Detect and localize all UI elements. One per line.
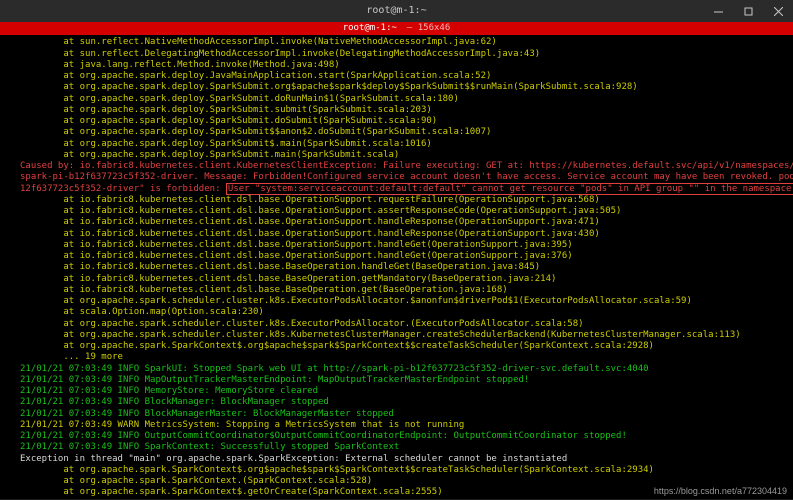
log-line: at io.fabric8.kubernetes.client.dsl.base…	[20, 217, 785, 228]
log-line: Caused by: io.fabric8.kubernetes.client.…	[20, 161, 785, 172]
log-line: at java.lang.reflect.Method.invoke(Metho…	[20, 60, 785, 71]
log-line: at io.fabric8.kubernetes.client.dsl.base…	[20, 195, 785, 206]
log-line: at io.fabric8.kubernetes.client.dsl.base…	[20, 240, 785, 251]
log-line: at org.apache.spark.deploy.SparkSubmit.d…	[20, 116, 785, 127]
log-line: 21/01/21 07:03:49 INFO MapOutputTrackerM…	[20, 375, 785, 386]
window-titlebar: root@m-1:~	[0, 0, 793, 22]
minimize-button[interactable]	[703, 0, 733, 22]
log-line: 21/01/21 07:03:49 INFO BlockManager: Blo…	[20, 397, 785, 408]
log-line: 21/01/21 07:03:49 INFO SparkContext: Suc…	[20, 442, 785, 453]
watermark-url: https://blog.csdn.net/a772304419	[654, 486, 787, 497]
log-line: 21/01/21 07:03:49 WARN MetricsSystem: St…	[20, 420, 785, 431]
minimize-icon	[714, 7, 723, 16]
maximize-button[interactable]	[733, 0, 763, 22]
log-line: ... 19 more	[20, 352, 785, 363]
log-line: at io.fabric8.kubernetes.client.dsl.base…	[20, 206, 785, 217]
log-line: 21/01/21 07:03:49 INFO BlockManagerMaste…	[20, 409, 785, 420]
window-title: root@m-1:~	[366, 5, 426, 18]
log-line: at org.apache.spark.SparkContext$.org$ap…	[20, 465, 785, 476]
log-line: at org.apache.spark.deploy.SparkSubmit.s…	[20, 105, 785, 116]
log-line: at io.fabric8.kubernetes.client.dsl.base…	[20, 274, 785, 285]
terminal-output[interactable]: at sun.reflect.NativeMethodAccessorImpl.…	[0, 35, 793, 499]
log-line: at io.fabric8.kubernetes.client.dsl.base…	[20, 251, 785, 262]
log-line: at org.apache.spark.scheduler.cluster.k8…	[20, 319, 785, 330]
log-line: at org.apache.spark.SparkContext$.org$ap…	[20, 341, 785, 352]
log-line: 21/01/21 07:03:49 INFO MemoryStore: Memo…	[20, 386, 785, 397]
log-line: 12f637723c5f352-driver" is forbidden: Us…	[20, 184, 785, 195]
close-button[interactable]	[763, 0, 793, 22]
window-controls	[703, 0, 793, 22]
log-line: at org.apache.spark.deploy.SparkSubmit$.…	[20, 139, 785, 150]
log-line: at org.apache.spark.deploy.SparkSubmit.d…	[20, 94, 785, 105]
session-dimensions: — 156x46	[407, 23, 450, 34]
maximize-icon	[744, 7, 753, 16]
close-icon	[774, 7, 783, 16]
log-line: at io.fabric8.kubernetes.client.dsl.base…	[20, 229, 785, 240]
log-line: 21/01/21 07:03:49 INFO OutputCommitCoord…	[20, 431, 785, 442]
log-line: at org.apache.spark.deploy.JavaMainAppli…	[20, 71, 785, 82]
log-line: spark-pi-b12f637723c5f352-driver. Messag…	[20, 172, 785, 183]
log-line: at scala.Option.map(Option.scala:230)	[20, 307, 785, 318]
log-line: at io.fabric8.kubernetes.client.dsl.base…	[20, 262, 785, 273]
log-line: at io.fabric8.kubernetes.client.dsl.base…	[20, 285, 785, 296]
log-line: 21/01/21 07:03:49 INFO SparkUI: Stopped …	[20, 364, 785, 375]
session-label: root@m-1:~	[343, 23, 397, 34]
log-line: at org.apache.spark.scheduler.cluster.k8…	[20, 330, 785, 341]
log-line: Exception in thread "main" org.apache.sp…	[20, 454, 785, 465]
log-line: at sun.reflect.NativeMethodAccessorImpl.…	[20, 37, 785, 48]
log-line: at org.apache.spark.scheduler.cluster.k8…	[20, 296, 785, 307]
log-line: at org.apache.spark.deploy.SparkSubmit$$…	[20, 127, 785, 138]
log-line: at sun.reflect.DelegatingMethodAccessorI…	[20, 49, 785, 60]
log-line: at org.apache.spark.deploy.SparkSubmit.o…	[20, 82, 785, 93]
log-line: at org.apache.spark.sql.SparkSession$Bui…	[20, 499, 785, 500]
log-line: at org.apache.spark.deploy.SparkSubmit.m…	[20, 150, 785, 161]
session-tab-bar[interactable]: root@m-1:~ — 156x46	[0, 22, 793, 35]
